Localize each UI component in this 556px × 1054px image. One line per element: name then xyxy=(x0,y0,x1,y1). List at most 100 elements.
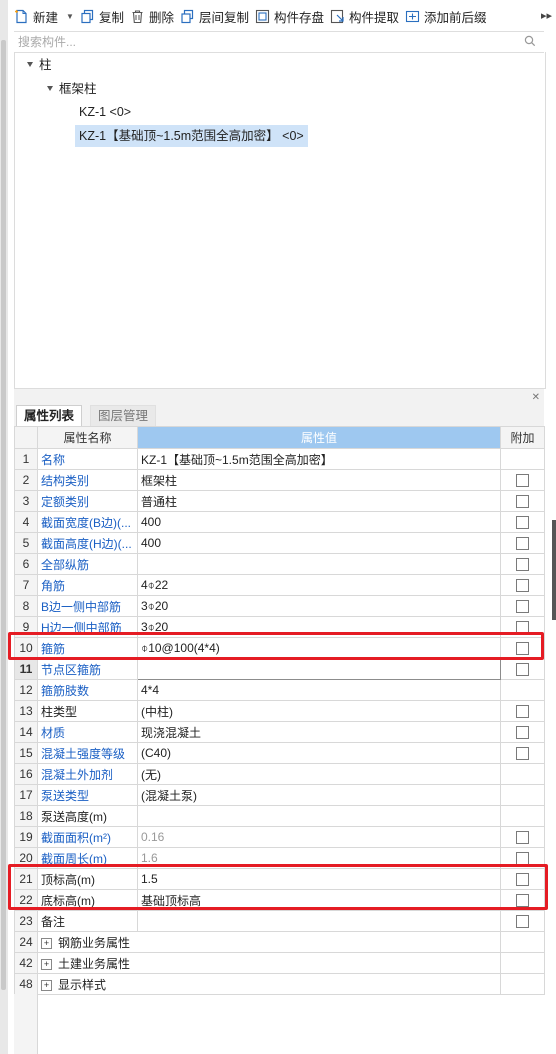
extra-checkbox[interactable] xyxy=(516,516,529,530)
save-component-button[interactable]: 构件存盘 xyxy=(255,4,324,28)
group-row[interactable]: 42 + 土建业务属性 xyxy=(14,952,545,974)
panel-divider xyxy=(14,389,544,403)
table-row[interactable]: 23 备注 xyxy=(14,910,545,932)
property-value[interactable]: (C40) xyxy=(137,742,501,764)
property-value[interactable]: 4*4 xyxy=(137,679,501,701)
property-value[interactable]: 框架柱 xyxy=(137,469,501,491)
expand-triangle-icon[interactable] xyxy=(27,62,33,68)
table-row[interactable]: 8 B边一侧中部筋 3⌽20 xyxy=(14,595,545,617)
property-value[interactable]: 普通柱 xyxy=(137,490,501,512)
expand-triangle-icon[interactable] xyxy=(47,86,53,92)
splitter-handle[interactable] xyxy=(552,520,556,620)
row-number-header xyxy=(14,426,38,449)
property-value[interactable] xyxy=(137,553,501,575)
property-value[interactable]: KZ-1【基础顶~1.5m范围全高加密】 xyxy=(137,448,501,470)
property-value[interactable]: 现浇混凝土 xyxy=(137,721,501,743)
extra-cell xyxy=(500,679,545,701)
table-row[interactable]: 3 定额类别 普通柱 xyxy=(14,490,545,512)
property-value[interactable]: 4⌽22 xyxy=(137,574,501,596)
tree-item-kz1[interactable]: KZ-1 <0> xyxy=(79,101,131,123)
extra-checkbox[interactable] xyxy=(516,831,529,845)
extra-cell xyxy=(500,448,545,470)
expand-plus-icon[interactable]: + xyxy=(41,937,52,949)
property-name: 柱类型 xyxy=(37,700,138,722)
new-button[interactable]: 新建 ▼ xyxy=(14,4,74,28)
property-value[interactable]: 400 xyxy=(137,532,501,554)
tab-layers[interactable]: 图层管理 xyxy=(90,405,157,428)
property-name: 泵送高度(m) xyxy=(37,805,138,827)
toolbar: 新建 ▼ 复制 删除 层间复制 构件存盘 构件提取 添加前后缀 ▸▸ xyxy=(14,0,556,32)
property-name: B边一侧中部筋 xyxy=(37,595,138,617)
table-row[interactable]: 7 角筋 4⌽22 xyxy=(14,574,545,596)
tab-properties[interactable]: 属性列表 xyxy=(16,405,83,428)
table-row[interactable]: 15 混凝土强度等级 (C40) xyxy=(14,742,545,764)
table-row[interactable]: 19 截面面积(m²) 0.16 xyxy=(14,826,545,848)
tree-item-label: KZ-1 <0> xyxy=(79,105,132,119)
extract-component-button[interactable]: 构件提取 xyxy=(330,4,399,28)
table-row[interactable]: 4 截面宽度(B边)(... 400 xyxy=(14,511,545,533)
table-row[interactable]: 18 泵送高度(m) xyxy=(14,805,545,827)
extra-checkbox[interactable] xyxy=(516,726,529,740)
extra-checkbox[interactable] xyxy=(516,495,529,509)
property-value[interactable]: 400 xyxy=(137,511,501,533)
delete-button[interactable]: 删除 xyxy=(130,4,174,28)
extra-checkbox[interactable] xyxy=(516,705,529,719)
group-row[interactable]: 24 + 钢筋业务属性 xyxy=(14,931,545,953)
tree-node-column[interactable]: 柱 xyxy=(27,54,52,76)
delete-button-label: 删除 xyxy=(148,10,174,25)
expand-plus-icon[interactable]: + xyxy=(41,958,52,970)
property-value[interactable]: 3⌽20 xyxy=(137,595,501,617)
property-name: 名称 xyxy=(37,448,138,470)
search-bar xyxy=(14,31,544,53)
extra-checkbox[interactable] xyxy=(516,915,529,929)
property-value[interactable]: (中柱) xyxy=(137,700,501,722)
table-row[interactable]: 6 全部纵筋 xyxy=(14,553,545,575)
copy-button-label: 复制 xyxy=(98,10,124,25)
close-icon[interactable]: ✕ xyxy=(532,392,540,403)
extra-checkbox[interactable] xyxy=(516,663,529,677)
property-value[interactable] xyxy=(137,910,501,932)
property-value[interactable] xyxy=(137,805,501,827)
save-component-button-label: 构件存盘 xyxy=(273,10,324,25)
search-icon[interactable] xyxy=(524,35,536,47)
extract-component-icon xyxy=(330,9,344,23)
floor-copy-button[interactable]: 层间复制 xyxy=(180,4,249,28)
property-name: 结构类别 xyxy=(37,469,138,491)
extra-checkbox[interactable] xyxy=(516,558,529,572)
property-value-editor[interactable] xyxy=(137,658,501,680)
table-row-selected[interactable]: 11 节点区箍筋 xyxy=(14,658,545,680)
add-suffix-button[interactable]: 添加前后缀 xyxy=(405,4,487,28)
extra-checkbox[interactable] xyxy=(516,747,529,761)
table-row[interactable]: 5 截面高度(H边)(... 400 xyxy=(14,532,545,554)
table-row[interactable]: 12 箍筋肢数 4*4 xyxy=(14,679,545,701)
search-input[interactable] xyxy=(14,32,510,52)
property-value[interactable]: (无) xyxy=(137,763,501,785)
property-value[interactable]: 0.16 xyxy=(137,826,501,848)
extra-checkbox[interactable] xyxy=(516,537,529,551)
tree-node-frame-column[interactable]: 框架柱 xyxy=(47,78,97,100)
table-row[interactable]: 16 混凝土外加剂 (无) xyxy=(14,763,545,785)
extra-checkbox[interactable] xyxy=(516,474,529,488)
chevron-down-icon[interactable]: ▼ xyxy=(66,12,74,21)
table-row[interactable]: 1 名称 KZ-1【基础顶~1.5m范围全高加密】 xyxy=(14,448,545,470)
copy-button[interactable]: 复制 xyxy=(80,4,124,28)
more-icon[interactable]: ▸▸ xyxy=(541,9,552,22)
table-row[interactable]: 13 柱类型 (中柱) xyxy=(14,700,545,722)
extra-checkbox[interactable] xyxy=(516,579,529,593)
left-scrollbar[interactable] xyxy=(0,0,8,1054)
extra-checkbox[interactable] xyxy=(516,600,529,614)
table-row[interactable]: 14 材质 现浇混凝土 xyxy=(14,721,545,743)
table-row[interactable]: 2 结构类别 框架柱 xyxy=(14,469,545,491)
property-name: 截面面积(m²) xyxy=(37,826,138,848)
add-suffix-button-label: 添加前后缀 xyxy=(424,10,487,25)
component-tree: 柱 框架柱 KZ-1 <0> KZ-1【基础顶~1.5m范围全高加密】 <0> xyxy=(14,52,546,389)
property-value[interactable]: (混凝土泵) xyxy=(137,784,501,806)
property-name: 节点区箍筋 xyxy=(37,658,138,680)
table-row[interactable]: 17 泵送类型 (混凝土泵) xyxy=(14,784,545,806)
group-name: 钢筋业务属性 xyxy=(58,935,131,950)
expand-plus-icon[interactable]: + xyxy=(41,979,52,991)
property-name: 混凝土外加剂 xyxy=(37,763,138,785)
group-row[interactable]: 48 + 显示样式 xyxy=(14,973,545,995)
scrollbar-thumb[interactable] xyxy=(1,40,6,990)
tree-item-kz1-densified[interactable]: KZ-1【基础顶~1.5m范围全高加密】 <0> xyxy=(75,125,308,147)
